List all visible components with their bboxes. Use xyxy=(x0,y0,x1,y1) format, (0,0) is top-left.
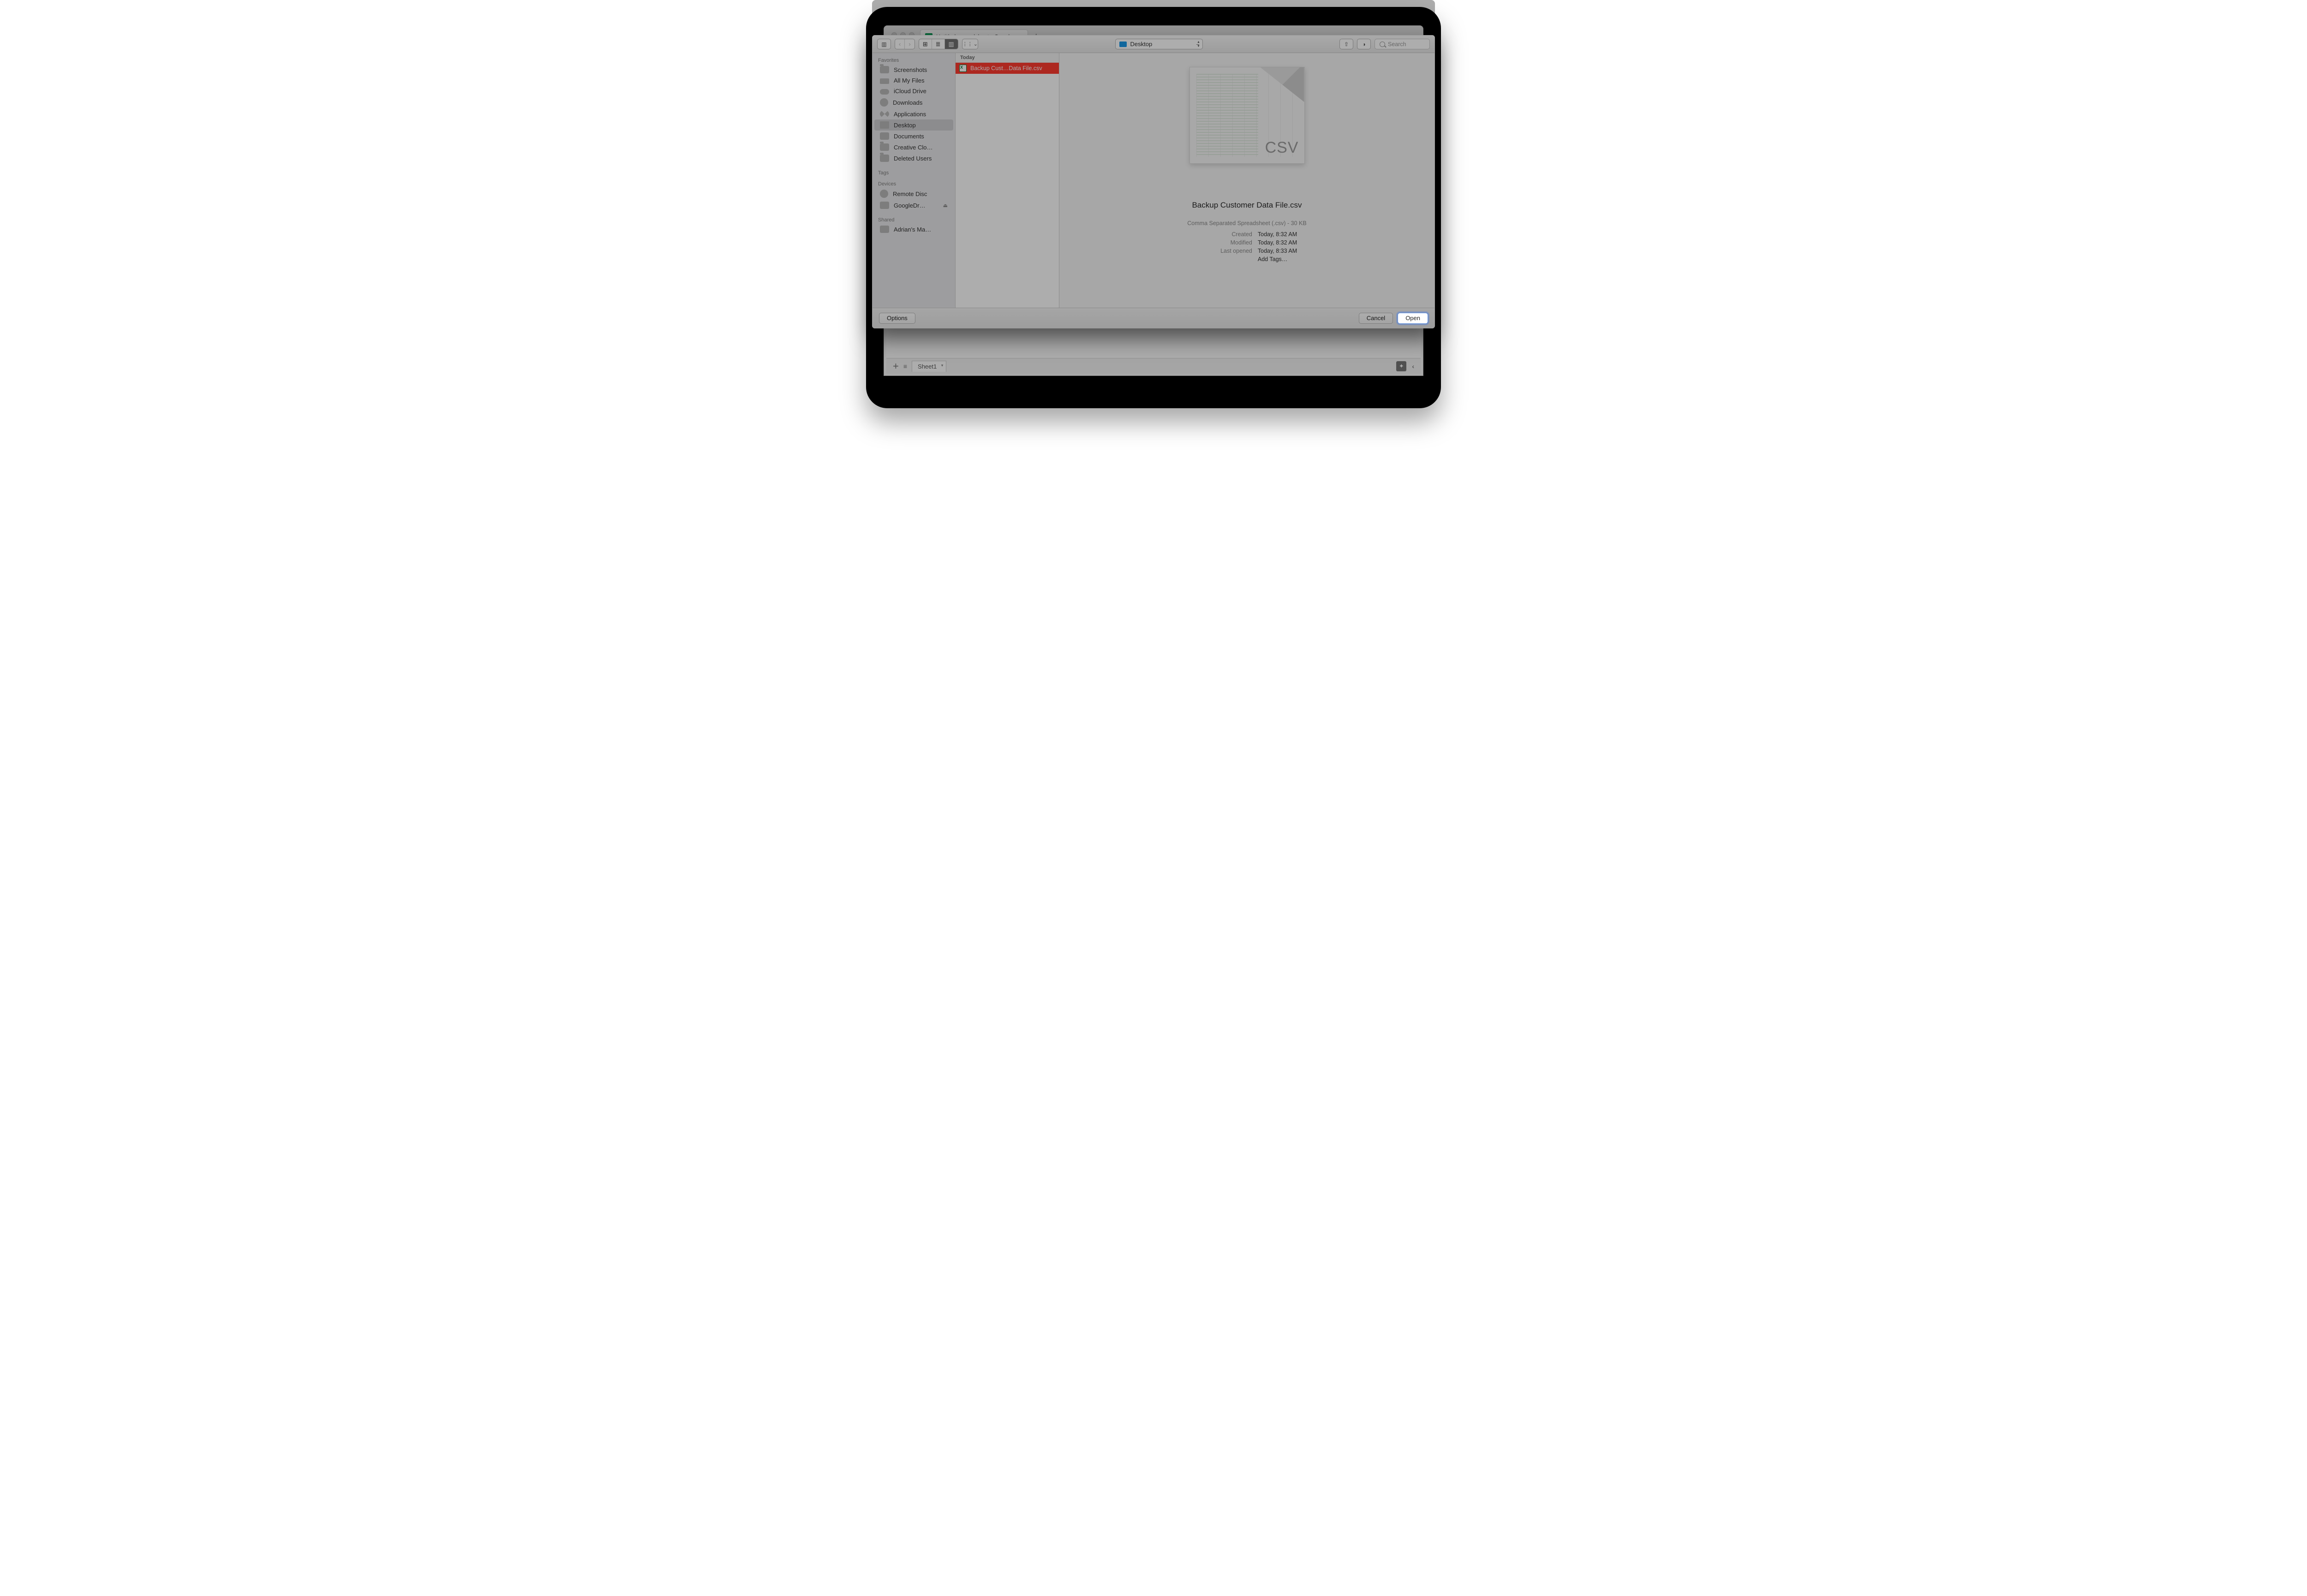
preview-thumbnail: CSV xyxy=(1189,67,1305,164)
meta-value: Today, 8:32 AM xyxy=(1258,231,1297,238)
csv-badge: CSV xyxy=(1265,139,1299,157)
sidebar-item-label: Desktop xyxy=(894,122,916,129)
sidebar-item-downloads[interactable]: Downloads xyxy=(874,96,953,108)
file-list-column: Today Backup Cust…Data File.csv xyxy=(956,53,1059,308)
computer-icon xyxy=(880,226,889,233)
sidebar-item-label: Downloads xyxy=(893,99,922,106)
toggle-sidebar-button[interactable]: ▥ xyxy=(877,39,891,49)
sidebar-item-remote-disc[interactable]: Remote Disc xyxy=(874,188,953,200)
sidebar-item-label: Creative Clo… xyxy=(894,144,933,151)
chevron-down-icon: ⌄ xyxy=(974,41,978,47)
history-back-button[interactable]: ‹ xyxy=(895,39,905,49)
chevron-down-icon: ▾ xyxy=(1197,44,1199,48)
sheet-tab-bar: + ≡ Sheet1 ‹ xyxy=(886,358,1421,374)
sidebar-item-google-drive[interactable]: GoogleDr… ⏏ xyxy=(874,200,953,211)
sidebar-item-label: Remote Disc xyxy=(893,191,927,197)
options-button[interactable]: Options xyxy=(879,313,915,324)
sidebar-item-label: GoogleDr… xyxy=(894,202,926,209)
arrange-icon: ⋮⋮ xyxy=(962,41,973,47)
search-icon xyxy=(1380,42,1385,47)
drive-icon xyxy=(880,78,889,84)
open-button-highlight[interactable]: Open xyxy=(1398,313,1428,324)
folder-icon xyxy=(1119,42,1127,47)
search-placeholder: Search xyxy=(1388,41,1406,48)
search-field[interactable]: Search xyxy=(1375,39,1430,49)
meta-value: Today, 8:32 AM xyxy=(1258,239,1297,246)
sidebar-item-documents[interactable]: Documents xyxy=(874,131,953,142)
add-tags-link[interactable]: Add Tags… xyxy=(1258,256,1297,262)
sidebar-section-favorites: Favorites xyxy=(873,56,955,64)
history-forward-button[interactable]: › xyxy=(905,39,914,49)
chevron-up-icon: ▴ xyxy=(1197,40,1199,44)
sidebar-item-label: Applications xyxy=(894,111,926,118)
applications-icon xyxy=(880,110,889,118)
sidebar-section-shared: Shared xyxy=(873,215,955,224)
meta-value: Today, 8:33 AM xyxy=(1258,248,1297,254)
sidebar-section-devices: Devices xyxy=(873,179,955,188)
sidebar-item-all-my-files[interactable]: All My Files xyxy=(874,75,953,86)
meta-key: Created xyxy=(1197,231,1252,238)
eject-icon[interactable]: ⏏ xyxy=(943,202,948,208)
cloud-icon xyxy=(880,89,889,95)
preview-kind-size: Comma Separated Spreadsheet (.csv) - 30 … xyxy=(1187,220,1306,226)
sidebar-icon: ▥ xyxy=(881,41,886,48)
tag-icon: ◑ xyxy=(1362,41,1365,48)
view-columns-button[interactable]: ▥ xyxy=(945,39,958,49)
disc-icon xyxy=(880,190,888,198)
cancel-button[interactable]: Cancel xyxy=(1359,313,1393,324)
view-list-button[interactable]: ≣ xyxy=(932,39,945,49)
location-label: Desktop xyxy=(1130,41,1153,48)
dialog-toolbar: ▥ ‹ › ⊞ ≣ ▥ ⋮⋮ ⌄ Desktop ▴ ▾ ⇧ ◑ xyxy=(873,36,1434,53)
sidebar-item-deleted-users[interactable]: Deleted Users xyxy=(874,153,953,164)
desktop-icon xyxy=(880,121,889,129)
share-button[interactable]: ⇧ xyxy=(1339,39,1353,49)
dialog-footer: Options Cancel Open xyxy=(873,308,1434,328)
sidebar-item-shared-mac[interactable]: Adrian's Ma… xyxy=(874,224,953,235)
meta-key: Last opened xyxy=(1197,248,1252,254)
tags-button[interactable]: ◑ xyxy=(1357,39,1371,49)
documents-icon xyxy=(880,132,889,140)
sidebar-item-label: All My Files xyxy=(894,77,924,84)
meta-key: Modified xyxy=(1197,239,1252,246)
list-group-header: Today xyxy=(956,53,1059,63)
open-file-dialog: ▥ ‹ › ⊞ ≣ ▥ ⋮⋮ ⌄ Desktop ▴ ▾ ⇧ ◑ xyxy=(872,35,1435,328)
sidebar-item-icloud-drive[interactable]: iCloud Drive xyxy=(874,86,953,96)
finder-sidebar: Favorites Screenshots All My Files iClou… xyxy=(873,53,956,308)
folder-icon xyxy=(880,143,889,151)
view-switcher: ⊞ ≣ ▥ xyxy=(919,39,958,49)
collapse-side-button[interactable]: ‹ xyxy=(1412,363,1414,370)
sidebar-item-label: iCloud Drive xyxy=(894,88,926,95)
preview-pane: CSV Backup Customer Data File.csv Comma … xyxy=(1059,53,1434,308)
sidebar-item-desktop[interactable]: Desktop xyxy=(874,119,953,131)
sidebar-item-label: Deleted Users xyxy=(894,155,932,162)
explore-button[interactable] xyxy=(1396,361,1406,371)
download-icon xyxy=(880,98,888,107)
folder-icon xyxy=(880,155,889,162)
sidebar-item-label: Documents xyxy=(894,133,924,140)
history-nav: ‹ › xyxy=(895,39,915,49)
folder-icon xyxy=(880,66,889,73)
all-sheets-button[interactable]: ≡ xyxy=(903,363,907,370)
sidebar-item-creative-cloud[interactable]: Creative Clo… xyxy=(874,142,953,153)
sidebar-item-label: Adrian's Ma… xyxy=(894,226,931,233)
sidebar-item-screenshots[interactable]: Screenshots xyxy=(874,64,953,75)
sidebar-section-tags: Tags xyxy=(873,168,955,177)
share-icon: ⇧ xyxy=(1344,41,1349,48)
gdrive-icon xyxy=(880,202,889,209)
location-popup[interactable]: Desktop ▴ ▾ xyxy=(1115,39,1203,49)
sidebar-item-applications[interactable]: Applications xyxy=(874,108,953,119)
sheet-tab[interactable]: Sheet1 xyxy=(912,361,946,372)
spreadsheet-file-icon xyxy=(959,65,967,72)
view-icons-button[interactable]: ⊞ xyxy=(919,39,932,49)
sidebar-item-label: Screenshots xyxy=(894,66,927,73)
preview-filename: Backup Customer Data File.csv xyxy=(1192,201,1302,210)
file-row-label: Backup Cust…Data File.csv xyxy=(970,65,1042,71)
file-row[interactable]: Backup Cust…Data File.csv xyxy=(956,63,1059,74)
add-sheet-button[interactable]: + xyxy=(893,361,899,371)
arrange-button[interactable]: ⋮⋮ ⌄ xyxy=(962,39,978,49)
preview-metadata: Created Today, 8:32 AM Modified Today, 8… xyxy=(1197,231,1297,262)
